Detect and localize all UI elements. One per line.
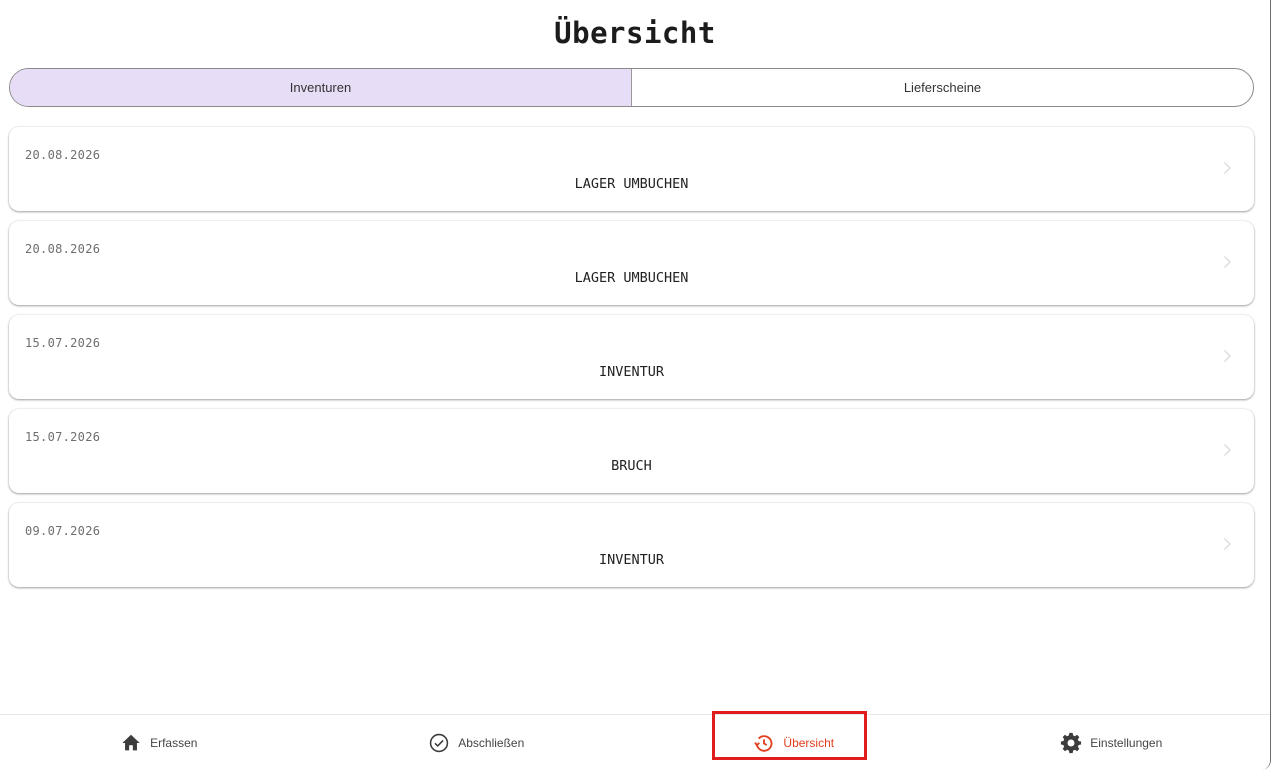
- check-circle-icon: [430, 733, 449, 752]
- gear-icon: [1061, 732, 1082, 753]
- tab-inventuren[interactable]: Inventuren: [10, 69, 632, 106]
- list-item[interactable]: 15.07.2026 BRUCH: [9, 409, 1254, 493]
- app-window: Übersicht Inventuren Lieferscheine 20.08…: [0, 0, 1271, 770]
- entry-date: 15.07.2026: [25, 430, 101, 444]
- entry-title: BRUCH: [611, 458, 652, 474]
- entry-title: LAGER UMBUCHEN: [574, 176, 689, 192]
- page-title: Übersicht: [554, 16, 716, 50]
- chevron-right-icon: [1224, 444, 1231, 456]
- list-item[interactable]: 09.07.2026 INVENTUR: [9, 503, 1254, 587]
- entry-title: LAGER UMBUCHEN: [574, 270, 689, 286]
- chevron-right-icon: [1224, 162, 1231, 174]
- nav-label: Übersicht: [783, 735, 835, 750]
- list-item[interactable]: 20.08.2026 LAGER UMBUCHEN: [9, 221, 1254, 305]
- entry-title: INVENTUR: [598, 552, 665, 568]
- home-icon: [122, 734, 140, 750]
- chevron-right-icon: [1224, 256, 1231, 268]
- nav-label: Erfassen: [150, 735, 198, 750]
- list-item[interactable]: 15.07.2026 INVENTUR: [9, 315, 1254, 399]
- nav-einstellungen[interactable]: Einstellungen: [953, 715, 1271, 770]
- nav-erfassen[interactable]: Erfassen: [0, 715, 318, 770]
- entry-date: 20.08.2026: [25, 242, 101, 256]
- bottom-navigation: Erfassen Abschließen Übersicht Einstellu…: [0, 714, 1270, 770]
- nav-abschliessen[interactable]: Abschließen: [318, 715, 636, 770]
- nav-label: Abschließen: [458, 735, 525, 750]
- chevron-right-icon: [1224, 538, 1231, 550]
- entry-date: 15.07.2026: [25, 336, 101, 350]
- nav-uebersicht[interactable]: Übersicht: [635, 715, 953, 770]
- chevron-right-icon: [1224, 350, 1231, 362]
- history-icon: [754, 734, 773, 752]
- tab-lieferscheine[interactable]: Lieferscheine: [632, 69, 1253, 106]
- segmented-tabs: Inventuren Lieferscheine: [9, 68, 1254, 107]
- entry-title: INVENTUR: [598, 364, 665, 380]
- entry-date: 20.08.2026: [25, 148, 101, 162]
- entry-list: 20.08.2026 LAGER UMBUCHEN 20.08.2026 LAG…: [9, 127, 1254, 597]
- entry-date: 09.07.2026: [25, 524, 101, 538]
- list-item[interactable]: 20.08.2026 LAGER UMBUCHEN: [9, 127, 1254, 211]
- nav-label: Einstellungen: [1090, 735, 1163, 750]
